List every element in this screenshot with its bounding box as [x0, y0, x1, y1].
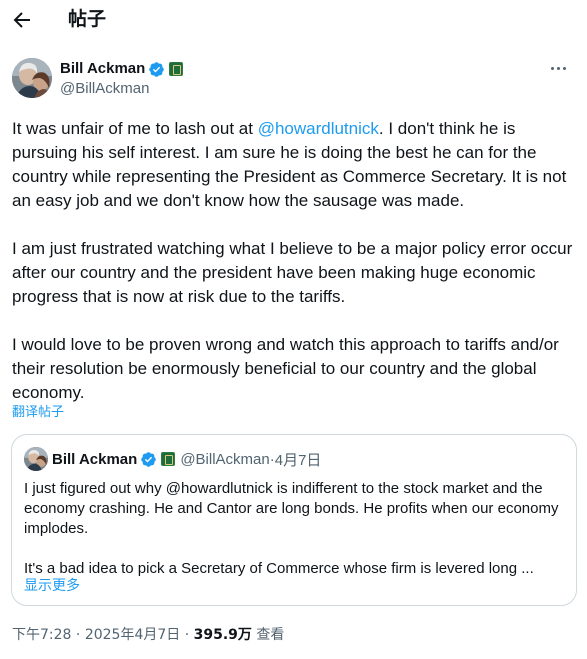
show-more-link[interactable]: 显示更多 [24, 577, 80, 595]
view-count: 395.9万 [193, 627, 252, 643]
tweet-time[interactable]: 下午7:28 [12, 627, 71, 643]
affiliate-badge-icon [161, 452, 176, 466]
affiliate-badge-icon [169, 62, 184, 76]
top-bar: 帖子 [0, 0, 587, 40]
views-label: 查看 [251, 627, 285, 643]
quoted-paragraph-2: It's a bad idea to pick a Secretary of C… [24, 560, 534, 577]
page-title: 帖子 [68, 8, 107, 30]
avatar[interactable] [12, 58, 52, 98]
quoted-tweet-date: 4月7日 [274, 451, 322, 469]
tweet-body: It was unfair of me to lash out at @howa… [12, 117, 577, 405]
quoted-tweet[interactable]: Bill Ackman @BillAckman · 4月7日 I just fi… [11, 434, 577, 606]
author-name-row: Bill Ackman [60, 59, 184, 79]
author-handle[interactable]: @BillAckman [60, 79, 149, 99]
quoted-paragraph-1: I just figured out why @howardlutnick is… [24, 480, 559, 537]
quoted-tweet-body: I just figured out why @howardlutnick is… [24, 479, 564, 579]
verified-badge-icon [141, 451, 157, 467]
quoted-tweet-header: Bill Ackman @BillAckman · 4月7日 [52, 449, 321, 469]
avatar [24, 447, 48, 471]
tweet-date[interactable]: 2025年4月7日 [85, 627, 180, 643]
verified-badge-icon [149, 61, 165, 77]
tweet-paragraph-3: I would love to be proven wrong and watc… [12, 335, 559, 402]
more-horizontal-icon[interactable] [544, 58, 572, 78]
meta-separator: · [180, 627, 194, 643]
tweet-author: Bill Ackman @BillAckman [12, 58, 572, 98]
author-name[interactable]: Bill Ackman [60, 59, 145, 79]
tweet-paragraph-2: I am just frustrated watching what I bel… [12, 239, 573, 306]
tweet-meta: 下午7:28 · 2025年4月7日 · 395.9万 查看 [12, 626, 284, 644]
tweet-paragraph-1: It was unfair of me to lash out at @howa… [12, 119, 567, 210]
meta-separator: · [71, 627, 85, 643]
quoted-author-handle: @BillAckman [180, 450, 270, 468]
quoted-author-name: Bill Ackman [52, 450, 138, 468]
arrow-left-icon[interactable] [10, 8, 34, 32]
mention-link[interactable]: @howardlutnick [258, 119, 379, 138]
translate-post-link[interactable]: 翻译帖子 [12, 405, 64, 421]
